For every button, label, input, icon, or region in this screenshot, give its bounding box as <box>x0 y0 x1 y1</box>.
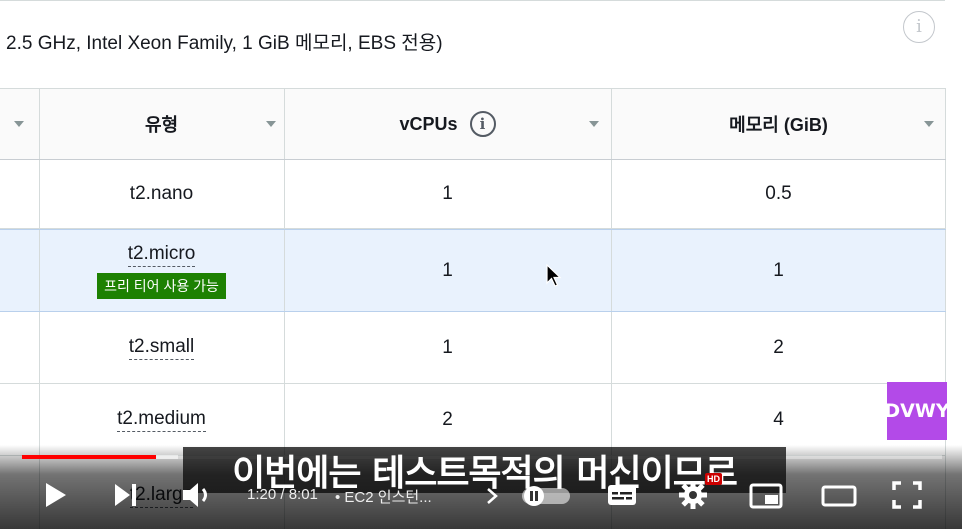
table-row-selected[interactable]: t2.micro 프리 티어 사용 가능 1 1 <box>0 229 946 312</box>
memory-cell: 0.5 <box>611 160 946 228</box>
time-display: 1:20 / 8:01 <box>247 486 318 503</box>
table-header-row: 유형 vCPUs i 메모리 (GiB) <box>0 88 946 160</box>
type-value: t2.nano <box>129 183 194 204</box>
type-cell: t2.small <box>39 312 284 383</box>
fullscreen-icon[interactable] <box>890 479 924 511</box>
sort-caret-icon[interactable] <box>14 121 24 127</box>
volume-icon[interactable] <box>180 480 216 510</box>
memory-value: 2 <box>773 336 784 358</box>
subtitles-icon[interactable] <box>605 480 639 510</box>
screenshot-stage: i 2.5 GHz, Intel Xeon Family, 1 GiB 메모리,… <box>0 0 962 529</box>
memory-column-header[interactable]: 메모리 (GiB) <box>611 89 946 159</box>
type-value[interactable]: t2.small <box>128 336 195 360</box>
table-row[interactable]: t2.small 1 2 <box>0 312 946 384</box>
play-icon[interactable] <box>40 480 70 510</box>
autoplay-toggle-icon[interactable] <box>520 484 572 508</box>
vcpus-value: 2 <box>442 408 453 430</box>
hd-badge: HD <box>705 473 722 485</box>
type-header-label: 유형 <box>144 115 179 135</box>
info-icon[interactable]: i <box>903 11 935 43</box>
type-cell: t2.nano <box>39 160 284 228</box>
theater-mode-icon[interactable] <box>820 482 858 510</box>
memory-cell: 2 <box>611 312 946 383</box>
vcpus-header-label: vCPUs <box>399 113 458 134</box>
chapter-title[interactable]: • EC2 인스턴... <box>335 486 432 507</box>
mouse-cursor-icon <box>546 264 562 287</box>
free-tier-badge: 프리 티어 사용 가능 <box>97 272 226 299</box>
vcpus-cell: 1 <box>284 312 611 383</box>
column-divider <box>945 89 946 159</box>
memory-value: 0.5 <box>765 183 792 204</box>
column-divider <box>945 312 946 383</box>
memory-header-label: 메모리 (GiB) <box>729 115 828 135</box>
vcpus-value: 1 <box>442 183 453 204</box>
top-divider <box>0 0 945 1</box>
vcpus-value: 1 <box>442 259 453 281</box>
vcpus-column-header[interactable]: vCPUs i <box>284 89 611 159</box>
instance-description: 2.5 GHz, Intel Xeon Family, 1 GiB 메모리, E… <box>6 33 443 54</box>
sort-caret-icon[interactable] <box>589 121 599 127</box>
chevron-right-icon[interactable] <box>485 487 499 505</box>
next-icon[interactable] <box>112 482 140 508</box>
sort-caret-icon[interactable] <box>266 121 276 127</box>
table-row[interactable]: t2.nano 1 0.5 <box>0 160 946 229</box>
type-column-header[interactable]: 유형 <box>39 89 284 159</box>
sort-caret-icon[interactable] <box>924 121 934 127</box>
column-divider <box>945 230 946 311</box>
miniplayer-icon[interactable] <box>748 482 784 510</box>
memory-value: 4 <box>773 408 784 430</box>
select-column-header[interactable] <box>0 89 39 159</box>
vcpus-value: 1 <box>442 336 453 358</box>
channel-watermark: DVWY <box>884 382 950 440</box>
progress-bar[interactable] <box>22 455 157 459</box>
column-divider <box>945 160 946 228</box>
info-icon[interactable]: i <box>469 111 496 137</box>
memory-cell: 1 <box>611 230 946 311</box>
type-cell: t2.micro 프리 티어 사용 가능 <box>39 230 284 311</box>
type-value[interactable]: t2.medium <box>117 408 206 432</box>
memory-value: 1 <box>773 259 784 281</box>
vcpus-cell: 1 <box>284 160 611 228</box>
type-value[interactable]: t2.micro <box>127 243 196 267</box>
